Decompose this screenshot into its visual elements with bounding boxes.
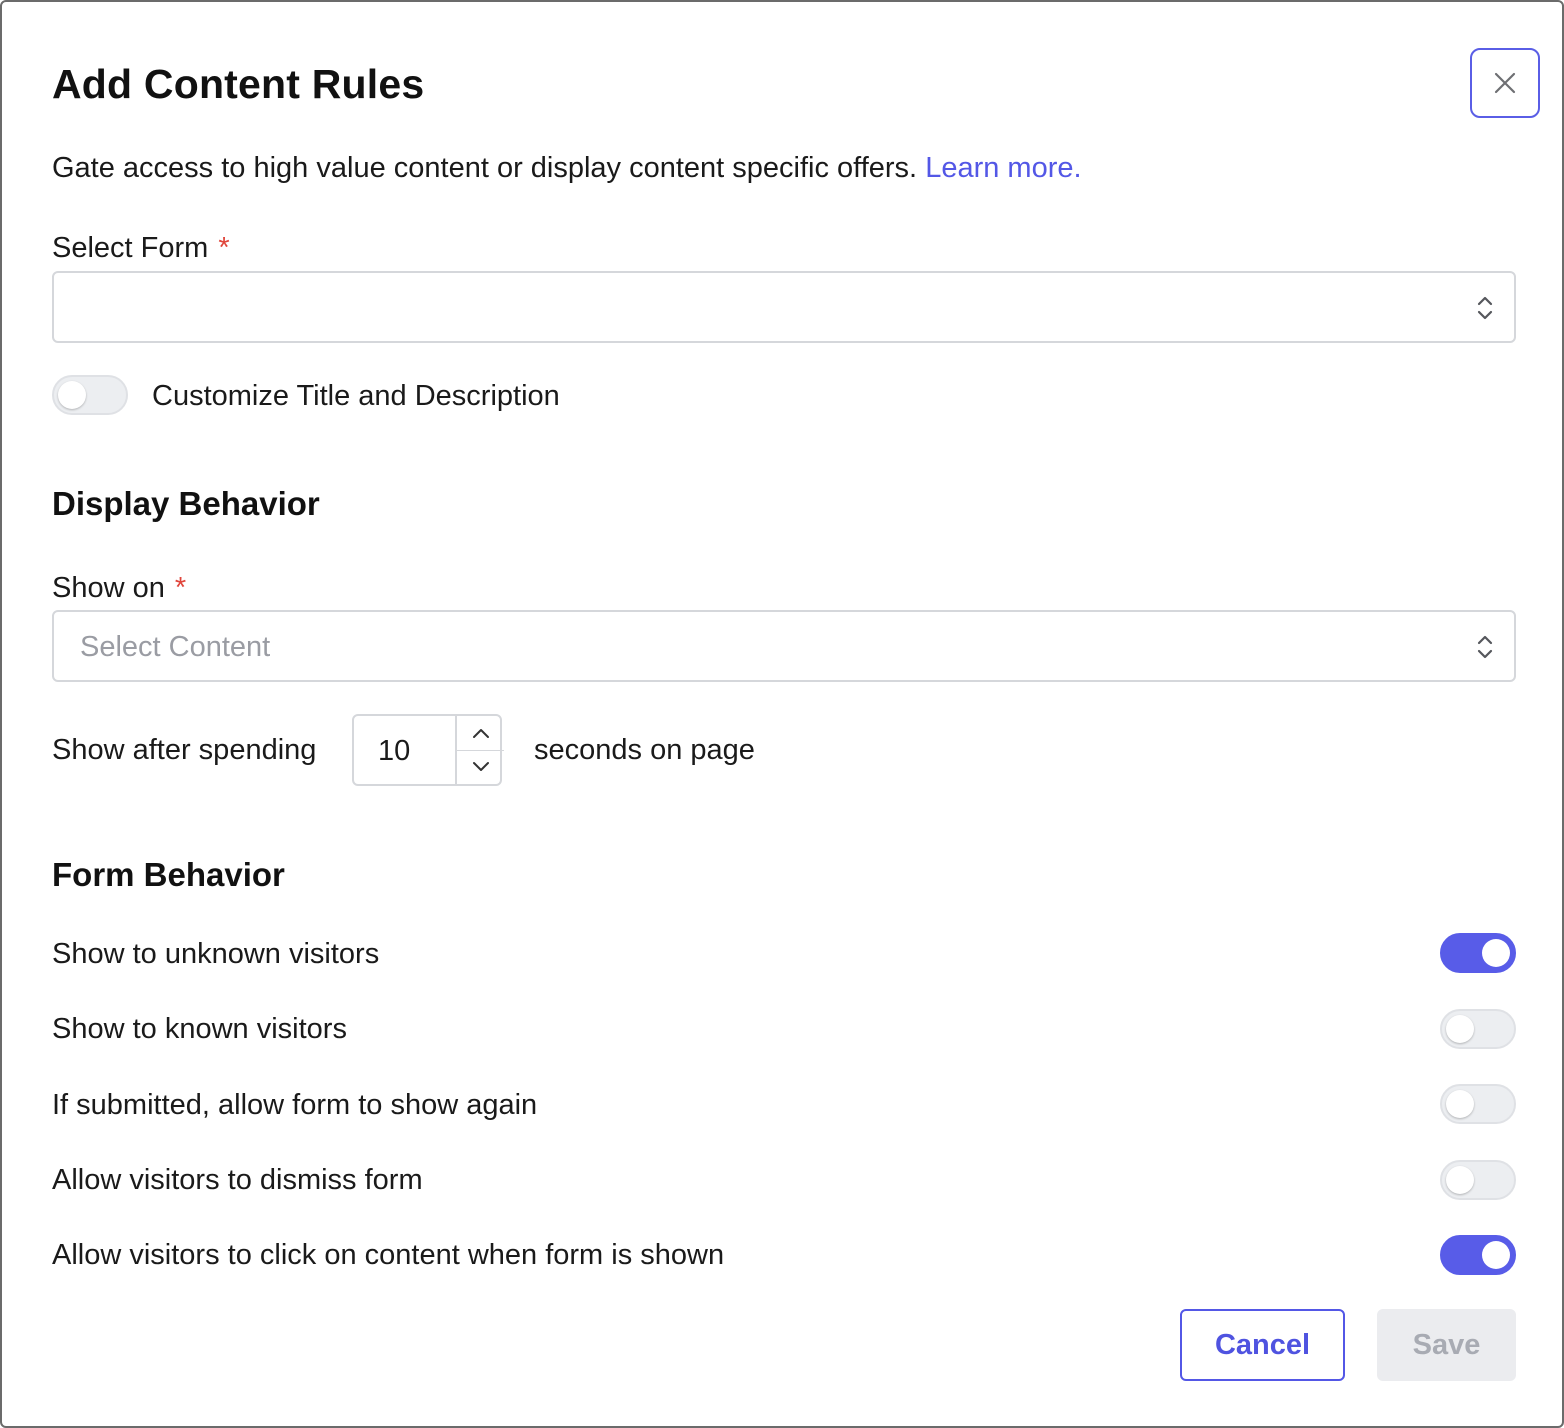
chevron-up-down-icon <box>1477 635 1493 659</box>
toggle-knob <box>58 381 86 409</box>
chevron-up-down-icon <box>1477 296 1493 320</box>
select-form-label-text: Select Form <box>52 232 209 264</box>
option-label-click-content: Allow visitors to click on content when … <box>52 1239 725 1271</box>
show-after-prefix: Show after spending <box>52 734 317 766</box>
show-on-placeholder: Select Content <box>80 631 271 663</box>
toggle-dismiss-form[interactable] <box>1440 1160 1516 1200</box>
toggle-knob <box>1446 1166 1474 1194</box>
show-on-dropdown[interactable]: Select Content <box>52 610 1516 682</box>
toggle-click-content[interactable] <box>1440 1235 1516 1275</box>
dialog-description: Gate access to high value content or dis… <box>52 148 1082 188</box>
decrement-button[interactable] <box>457 750 504 784</box>
show-on-label: Show on * <box>52 568 186 608</box>
increment-button[interactable] <box>457 716 504 751</box>
toggle-knob <box>1482 1241 1510 1269</box>
toggle-knob <box>1446 1015 1474 1043</box>
show-on-label-text: Show on <box>52 572 165 604</box>
dialog-title: Add Content Rules <box>52 61 425 107</box>
option-label-show-again: If submitted, allow form to show again <box>52 1089 538 1121</box>
description-text: Gate access to high value content or dis… <box>52 152 918 184</box>
customize-title-label: Customize Title and Description <box>152 380 560 412</box>
learn-more-link[interactable]: Learn more. <box>925 152 1081 184</box>
toggle-show-again[interactable] <box>1440 1084 1516 1124</box>
option-label-unknown-visitors: Show to unknown visitors <box>52 938 380 970</box>
option-label-known-visitors: Show to known visitors <box>52 1013 347 1045</box>
seconds-stepper[interactable]: 10 <box>352 714 504 786</box>
seconds-value[interactable]: 10 <box>378 731 410 771</box>
form-behavior-heading: Form Behavior <box>52 856 285 893</box>
chevron-down-icon <box>472 762 489 771</box>
required-mark: * <box>218 232 230 264</box>
display-behavior-heading: Display Behavior <box>52 485 320 522</box>
chevron-up-icon <box>472 729 489 738</box>
required-mark: * <box>174 572 187 604</box>
show-after-suffix: seconds on page <box>534 734 755 766</box>
close-button[interactable] <box>1470 48 1540 118</box>
close-icon <box>1494 72 1516 94</box>
toggle-unknown-visitors[interactable] <box>1440 933 1516 973</box>
add-content-rules-dialog: Add Content Rules Gate access to high va… <box>0 0 1564 1428</box>
toggle-known-visitors[interactable] <box>1440 1009 1516 1049</box>
option-label-dismiss-form: Allow visitors to dismiss form <box>52 1164 423 1196</box>
customize-title-toggle[interactable] <box>52 375 128 415</box>
toggle-knob <box>1446 1090 1474 1118</box>
cancel-button[interactable]: Cancel <box>1180 1309 1345 1381</box>
select-form-dropdown[interactable] <box>52 271 1516 343</box>
stepper-arrows <box>455 716 504 784</box>
toggle-knob <box>1482 939 1510 967</box>
save-button[interactable]: Save <box>1377 1309 1516 1381</box>
select-form-label: Select Form * <box>52 228 230 268</box>
